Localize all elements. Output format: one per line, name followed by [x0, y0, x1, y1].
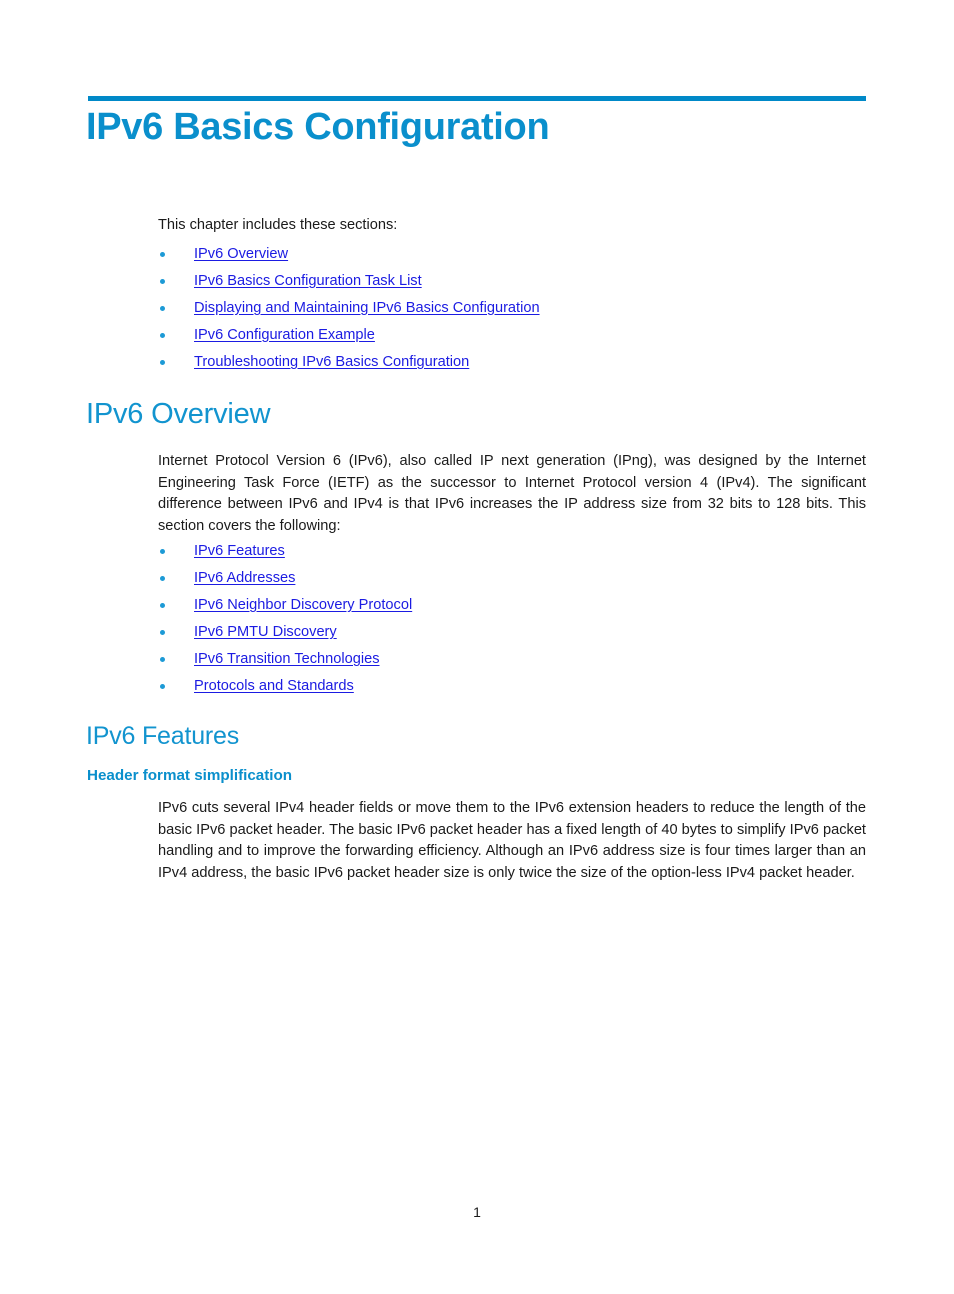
list-item[interactable]: IPv6 Configuration Example	[0, 322, 800, 349]
list-item[interactable]: IPv6 Overview	[0, 241, 800, 268]
section-link-displaying-and-maintaining-ipv6-basics-configuration[interactable]: Displaying and Maintaining IPv6 Basics C…	[194, 300, 540, 316]
section-link-protocols-and-standards[interactable]: Protocols and Standards	[194, 678, 354, 694]
page-title: IPv6 Basics Configuration	[86, 106, 550, 148]
section-link-troubleshooting-ipv6-basics-configuration[interactable]: Troubleshooting IPv6 Basics Configuratio…	[194, 354, 469, 370]
list-item[interactable]: IPv6 Basics Configuration Task List	[0, 268, 800, 295]
section-link-ipv6-addresses[interactable]: IPv6 Addresses	[194, 570, 295, 586]
heading-ipv6-features: IPv6 Features	[86, 722, 240, 750]
list-item[interactable]: IPv6 Transition Technologies	[0, 646, 800, 673]
list-item[interactable]: IPv6 Neighbor Discovery Protocol	[0, 592, 800, 619]
section-link-ipv6-configuration-example[interactable]: IPv6 Configuration Example	[194, 327, 375, 343]
overview-paragraph: Internet Protocol Version 6 (IPv6), also…	[158, 453, 866, 534]
section-link-ipv6-neighbor-discovery-protocol[interactable]: IPv6 Neighbor Discovery Protocol	[194, 597, 412, 613]
title-divider-rule	[88, 96, 866, 101]
bullet-dot-icon	[160, 630, 165, 635]
page-number: 1	[473, 1204, 481, 1220]
bullet-dot-icon	[160, 360, 165, 365]
document-page: IPv6 Basics Configuration This chapter i…	[0, 0, 954, 1294]
chapter-intro-text: This chapter includes these sections:	[158, 217, 398, 233]
list-item[interactable]: IPv6 Addresses	[0, 565, 800, 592]
list-item[interactable]: Troubleshooting IPv6 Basics Configuratio…	[0, 349, 800, 376]
bullet-dot-icon	[160, 684, 165, 689]
bullet-dot-icon	[160, 306, 165, 311]
list-item[interactable]: IPv6 PMTU Discovery	[0, 619, 800, 646]
list-item[interactable]: IPv6 Features	[0, 538, 800, 565]
overview-sections-list: IPv6 Features IPv6 Addresses IPv6 Neighb…	[0, 538, 800, 700]
bullet-dot-icon	[160, 576, 165, 581]
section-link-ipv6-basics-configuration-task-list[interactable]: IPv6 Basics Configuration Task List	[194, 273, 422, 289]
list-item[interactable]: Protocols and Standards	[0, 673, 800, 700]
bullet-dot-icon	[160, 279, 165, 284]
bullet-dot-icon	[160, 603, 165, 608]
subheading-header-format-simplification: Header format simplification	[87, 767, 293, 784]
features-paragraph: IPv6 cuts several IPv4 header fields or …	[158, 800, 866, 881]
bullet-dot-icon	[160, 657, 165, 662]
list-item[interactable]: Displaying and Maintaining IPv6 Basics C…	[0, 295, 800, 322]
section-link-ipv6-overview[interactable]: IPv6 Overview	[194, 246, 288, 262]
heading-ipv6-overview: IPv6 Overview	[86, 398, 271, 430]
chapter-sections-list: IPv6 Overview IPv6 Basics Configuration …	[0, 241, 800, 376]
section-link-ipv6-pmtu-discovery[interactable]: IPv6 PMTU Discovery	[194, 624, 337, 640]
bullet-dot-icon	[160, 333, 165, 338]
bullet-dot-icon	[160, 252, 165, 257]
bullet-dot-icon	[160, 549, 165, 554]
section-link-ipv6-features[interactable]: IPv6 Features	[194, 543, 285, 559]
section-link-ipv6-transition-technologies[interactable]: IPv6 Transition Technologies	[194, 651, 380, 667]
